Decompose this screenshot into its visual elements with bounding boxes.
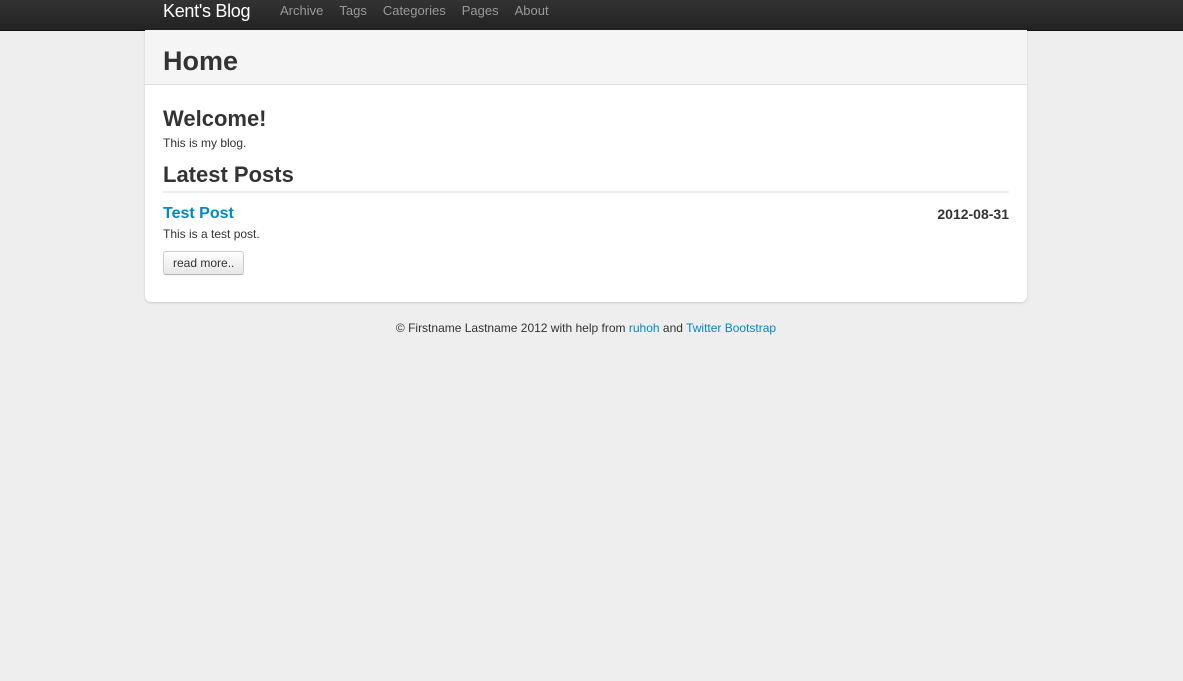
nav-item-archive[interactable]: Archive (272, 0, 331, 30)
nav-menu: Archive Tags Categories Pages About (272, 0, 557, 30)
nav-item-categories[interactable]: Categories (375, 0, 454, 30)
nav-item-about[interactable]: About (507, 0, 557, 30)
page-title: Home (163, 46, 239, 76)
footer-text: © Firstname Lastname 2012 with help from (395, 321, 626, 335)
post-date: 2012-08-31 (937, 206, 1009, 222)
welcome-text: This is my blog. (163, 136, 247, 150)
post-title-link[interactable]: Test Post (163, 204, 234, 224)
nav-item-tags[interactable]: Tags (331, 0, 374, 30)
footer-conjunction: and (662, 321, 683, 335)
footer-link-bootstrap[interactable]: Twitter Bootstrap (686, 321, 776, 335)
nav-item-pages[interactable]: Pages (454, 0, 507, 30)
footer: © Firstname Lastname 2012 with help from… (0, 320, 1172, 336)
brand-link[interactable]: Kent's Blog (163, 1, 251, 21)
welcome-heading: Welcome! (163, 106, 267, 131)
post-summary: This is a test post. (163, 227, 260, 241)
top-navbar: Kent's Blog Archive Tags Categories Page… (0, 0, 1183, 31)
read-more-button[interactable]: read more.. (163, 251, 245, 275)
section-divider (163, 191, 1009, 193)
footer-link-ruhoh[interactable]: ruhoh (629, 321, 660, 335)
main-content: Home Welcome! This is my blog. Latest Po… (145, 30, 1027, 302)
page-header: Home (145, 30, 1027, 85)
latest-posts-heading: Latest Posts (163, 162, 294, 187)
